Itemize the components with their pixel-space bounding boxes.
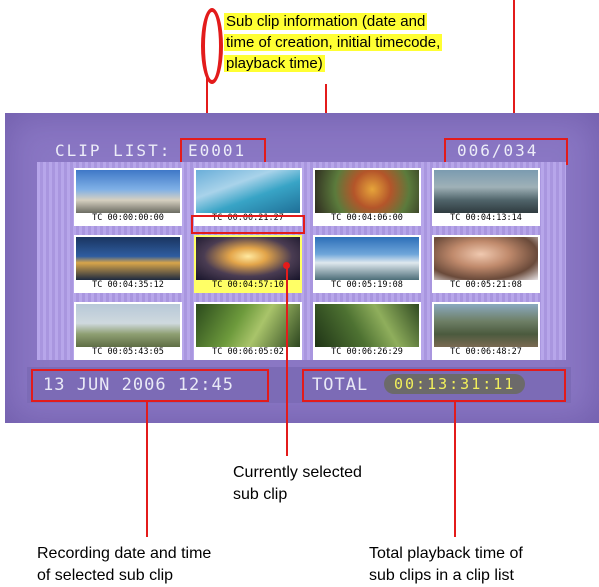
thumbnail-image [196, 237, 300, 280]
thumbnail-image [434, 304, 538, 347]
leader-line-total [454, 402, 456, 537]
thumbnail-timecode: TC 00:04:06:00 [331, 213, 403, 223]
thumbnail-timecode: TC 00:05:19:08 [331, 280, 403, 290]
sub-clip-thumbnail[interactable]: TC 00:06:26:29 [313, 302, 421, 360]
thumbnail-timecode: TC 00:06:05:02 [212, 347, 284, 357]
thumbnail-timecode: TC 00:06:26:29 [331, 347, 403, 357]
callout-line-3: playback time) [224, 55, 325, 72]
thumbnail-image [315, 237, 419, 280]
total-label: TOTAL [312, 375, 369, 395]
thumbnail-image [76, 304, 180, 347]
callout-marker-oval [201, 8, 223, 84]
callout-line-1: Sub clip information (date and [224, 13, 428, 30]
sub-clip-thumbnail[interactable]: TC 00:05:19:08 [313, 235, 421, 293]
clip-list-label: CLIP LIST: [55, 141, 172, 160]
sub-clip-thumbnail[interactable]: TC 00:04:35:12 [74, 235, 182, 293]
sub-clip-thumbnail[interactable]: TC 00:00:00:00 [74, 168, 182, 226]
sub-clip-thumbnail[interactable]: TC 00:05:43:05 [74, 302, 182, 360]
thumbnail-timecode: TC 00:04:57:10 [212, 280, 284, 290]
sub-clip-info-callout: Sub clip information (date and time of c… [224, 11, 443, 74]
thumbnail-image [196, 304, 300, 347]
recording-label-line-1: Recording date and time [37, 545, 212, 562]
clip-counter: 006/034 [457, 141, 539, 160]
sub-clip-thumbnail[interactable]: TC 00:04:13:14 [432, 168, 540, 226]
thumbnail-image [434, 237, 538, 280]
thumbnail-timecode: TC 00:05:21:08 [450, 280, 522, 290]
selected-label-line-2: sub clip [233, 486, 288, 503]
thumbnail-timecode: TC 00:05:43:05 [92, 347, 164, 357]
thumbnail-timecode: TC 00:04:13:14 [450, 213, 522, 223]
sub-clip-thumbnail[interactable]: TC 00:05:21:08 [432, 235, 540, 293]
sub-clip-thumbnail[interactable]: TC 00:04:06:00 [313, 168, 421, 226]
thumbnail-timecode: TC 00:04:35:12 [92, 280, 164, 290]
total-label-line-2: sub clips in a clip list [369, 567, 514, 584]
thumbnail-image [434, 170, 538, 213]
leader-line-recording [146, 402, 148, 537]
thumbnail-image [76, 170, 180, 213]
recording-label-line-2: of selected sub clip [37, 567, 174, 584]
leader-line-selected [286, 268, 288, 456]
thumbnail-image [315, 304, 419, 347]
selected-label-line-1: Currently selected [233, 464, 362, 481]
thumbnail-image [196, 170, 300, 213]
callout-line-2: time of creation, initial timecode, [224, 34, 443, 51]
thumbnail-timecode: TC 00:00:00:00 [92, 213, 164, 223]
sub-clip-info-box [191, 215, 305, 234]
recording-datetime-label: Recording date and time of selected sub … [37, 543, 211, 587]
clip-id: E0001 [188, 141, 247, 160]
thumbnail-image [315, 170, 419, 213]
thumbnail-timecode: TC 00:06:48:27 [450, 347, 522, 357]
sub-clip-thumbnail[interactable]: TC 00:06:48:27 [432, 302, 540, 360]
total-playback-label: Total playback time of sub clips in a cl… [369, 543, 523, 587]
thumbnail-image [76, 237, 180, 280]
total-playback-time: 00:13:31:11 [384, 374, 526, 394]
recording-datetime: 13 JUN 2006 12:45 [43, 375, 234, 395]
total-label-line-1: Total playback time of [369, 545, 523, 562]
selected-sub-clip-label: Currently selected sub clip [233, 462, 362, 506]
